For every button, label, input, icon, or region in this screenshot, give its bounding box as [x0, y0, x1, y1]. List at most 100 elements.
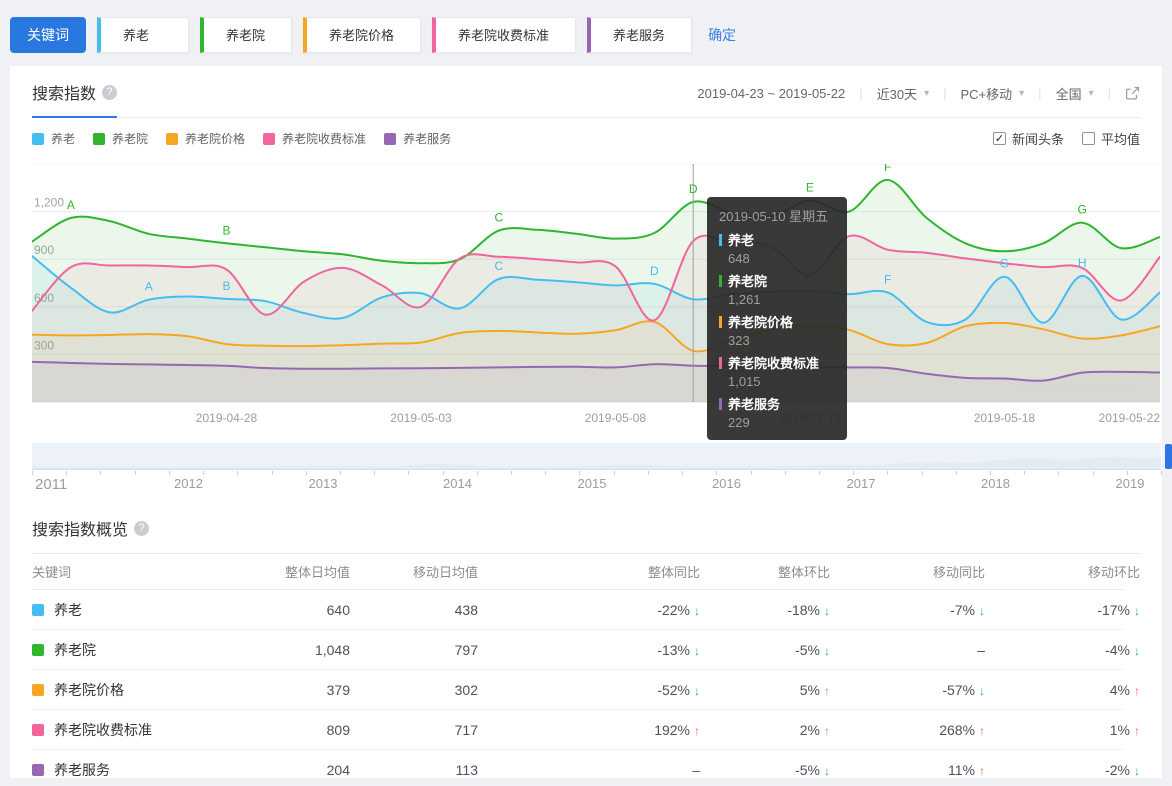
slider-year-label: 2017	[846, 476, 876, 491]
slider-tick	[647, 471, 649, 475]
trend-chart[interactable]: 3006009001,2001,500ABCDEFGHABCDEFG2019-0…	[31, 148, 1161, 440]
legend-swatch	[32, 132, 44, 145]
change-cell: –	[692, 761, 700, 778]
legend-swatch	[166, 132, 179, 145]
device-dropdown[interactable]: PC+移动 ▾	[960, 84, 1024, 103]
keyword-name: 养老	[54, 601, 82, 618]
change-cell: -2% ↓	[1105, 761, 1140, 778]
keyword-input-1[interactable]: 养老	[97, 16, 189, 53]
legend-row: 养老 养老院 养老院价格 养老院收费标准 养老服务 ✓ 新闻头条 平均值	[32, 129, 1140, 148]
keyword-input-3[interactable]: 养老院价格	[303, 16, 422, 53]
slider-tick	[408, 471, 410, 475]
help-icon[interactable]: ?	[134, 520, 150, 536]
change-cell: -7% ↓	[950, 601, 985, 618]
keyword-button[interactable]: 关键词	[10, 16, 86, 53]
change-cell: 268% ↑	[939, 721, 985, 738]
divider: |	[1038, 86, 1042, 101]
slider-tick	[921, 471, 923, 475]
slider-tick	[476, 471, 478, 475]
slider-tick	[237, 471, 239, 475]
news-marker[interactable]: E	[806, 181, 814, 195]
arrow-down-icon: ↓	[1134, 643, 1140, 658]
news-marker[interactable]: A	[145, 280, 153, 294]
overall-avg-value: 204	[326, 761, 350, 778]
confirm-link[interactable]: 确定	[708, 25, 736, 45]
slider-year-labels: 2011 2012 2013 2014 2015 2016 2017 2018 2019	[32, 476, 1144, 494]
region-dropdown[interactable]: 全国 ▾	[1056, 84, 1094, 103]
slider-tick	[32, 471, 33, 475]
slider-tick	[613, 471, 615, 475]
slider-tick	[579, 471, 581, 475]
column-header: 移动环比	[1087, 565, 1140, 580]
keyword-swatch	[32, 603, 44, 616]
search-index-panel: 搜索指数 ? 2019-04-23 ~ 2019-05-22 | 近30天 ▾ |…	[10, 66, 1172, 778]
news-marker[interactable]: H	[1078, 256, 1087, 270]
news-marker[interactable]: F	[884, 273, 891, 287]
keyword-cell: 养老	[32, 600, 262, 620]
news-marker[interactable]: D	[650, 264, 659, 278]
export-icon[interactable]	[1125, 86, 1140, 101]
column-header: 整体环比	[777, 565, 830, 580]
change-cell: 192% ↑	[654, 721, 700, 738]
chart-controls: 2019-04-23 ~ 2019-05-22 | 近30天 ▾ | PC+移动 ▾…	[697, 80, 1140, 103]
news-marker[interactable]: B	[222, 279, 230, 293]
news-marker[interactable]: G	[1000, 257, 1009, 271]
change-cell: -57% ↓	[942, 681, 985, 698]
time-range-slider[interactable]: 2011 2012 2013 2014 2015 2016 2017 2018 2019	[32, 443, 1172, 495]
overall-avg-value: 379	[326, 681, 350, 698]
column-header: 整体同比	[647, 565, 700, 580]
news-marker[interactable]: D	[689, 182, 698, 196]
news-marker[interactable]: B	[222, 223, 230, 237]
slider-tick	[1126, 471, 1128, 475]
news-marker[interactable]: E	[806, 271, 814, 285]
change-cell: -5% ↓	[795, 761, 830, 778]
slider-track[interactable]	[32, 443, 1172, 470]
slider-silhouette	[32, 456, 1161, 470]
table-row: 养老院收费标准 809 717 192% ↑ 2% ↑ 268% ↑ 1% ↑	[32, 710, 1140, 750]
legend-item-5: 养老服务	[384, 130, 451, 147]
chevron-down-icon: ▾	[924, 88, 930, 99]
legend-item-3: 养老院价格	[166, 130, 245, 147]
keyword-cell: 养老院价格	[32, 680, 262, 700]
news-marker[interactable]: F	[884, 160, 891, 174]
news-marker[interactable]: G	[1078, 203, 1087, 217]
checkbox-news-markers[interactable]: ✓ 新闻头条	[992, 129, 1064, 148]
keyword-bar: 关键词 养老 养老院 养老院价格 养老院收费标准 养老服务 确定	[0, 0, 1172, 58]
checkbox-average[interactable]: 平均值	[1081, 129, 1140, 148]
range-dropdown[interactable]: 近30天 ▾	[877, 84, 930, 103]
slider-handle-left[interactable]	[1165, 444, 1172, 469]
chart-options: ✓ 新闻头条 平均值	[992, 129, 1140, 148]
overview-title: 搜索指数概览	[32, 522, 129, 539]
change-cell: 5% ↑	[799, 681, 830, 698]
slider-year-label: 2011	[35, 476, 68, 493]
keyword-swatch	[32, 763, 44, 776]
watermark: @index.baidu.com	[1022, 379, 1130, 394]
divider: |	[859, 86, 863, 101]
slider-year-label: 2012	[174, 476, 203, 491]
mobile-avg-value: 797	[454, 641, 478, 658]
keyword-cell: 养老院收费标准	[32, 720, 262, 740]
keyword-input-5[interactable]: 养老服务	[587, 16, 693, 53]
slider-tick	[1161, 471, 1162, 475]
legend-label: 养老院	[112, 132, 149, 146]
overall-avg-value: 809	[326, 721, 350, 738]
change-cell: -17% ↓	[1097, 601, 1140, 618]
chart-canvas[interactable]: 3006009001,2001,500ABCDEFGHABCDEFG2019-0…	[31, 148, 1161, 433]
arrow-up-icon: ↑	[1134, 683, 1140, 698]
keyword-input-4[interactable]: 养老院收费标准	[432, 16, 577, 53]
tab-search-index[interactable]: 搜索指数 ?	[32, 80, 118, 118]
slider-tick	[100, 471, 102, 475]
divider: |	[1107, 86, 1111, 101]
news-marker[interactable]: A	[67, 198, 75, 212]
help-icon[interactable]: ?	[102, 84, 118, 100]
legend-label: 养老院价格	[185, 132, 246, 146]
chevron-down-icon: ▾	[1088, 88, 1094, 99]
arrow-down-icon: ↓	[1134, 603, 1140, 618]
slider-tick	[1024, 471, 1026, 475]
table-row: 养老 640 438 -22% ↓ -18% ↓ -7% ↓ -17% ↓	[32, 590, 1140, 630]
news-marker[interactable]: C	[494, 211, 503, 225]
line-chart-svg[interactable]: 3006009001,2001,500ABCDEFGHABCDEFG2019-0…	[31, 148, 1161, 428]
keyword-input-2[interactable]: 养老院	[200, 16, 293, 53]
arrow-down-icon: ↓	[1134, 763, 1140, 778]
news-marker[interactable]: C	[494, 259, 503, 273]
